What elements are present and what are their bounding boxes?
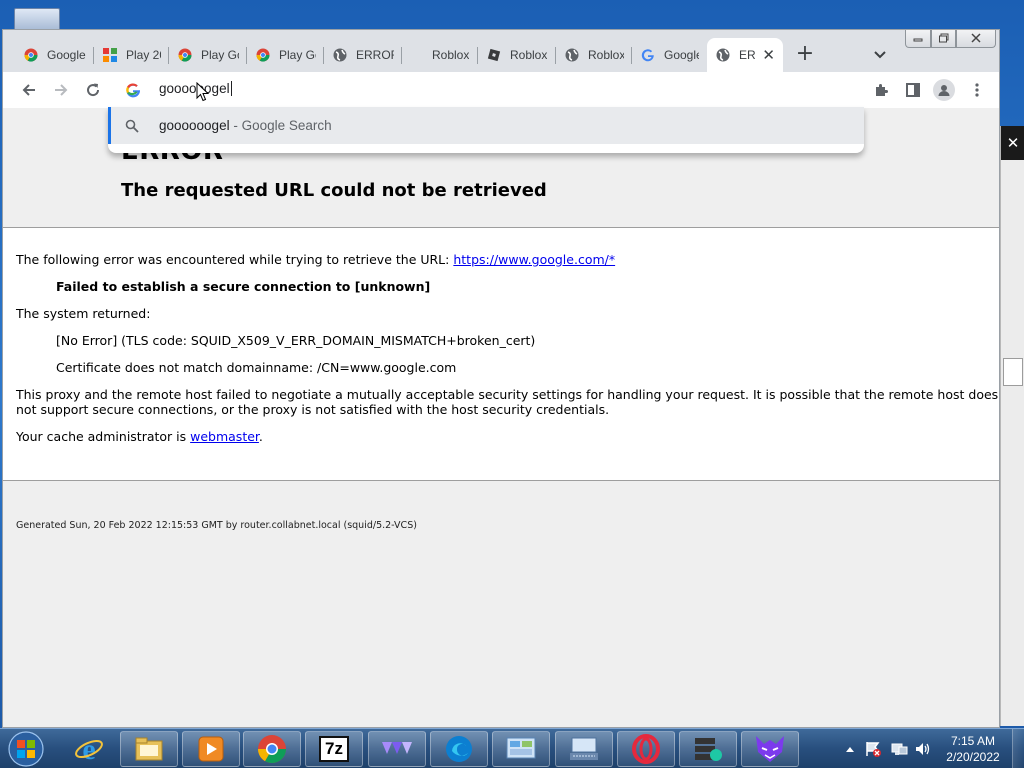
action-center-flag-icon[interactable]: [862, 729, 884, 768]
tray-expand-icon[interactable]: [842, 729, 858, 768]
tab-label: Roblox: [432, 48, 470, 62]
tab-label: ERROR: [356, 48, 394, 62]
opera-icon[interactable]: [617, 731, 675, 767]
tab-label: Play Go: [201, 48, 239, 62]
side-panel-icon[interactable]: [903, 80, 923, 100]
tab-google-2[interactable]: Google: [632, 38, 707, 72]
control-panel-icon[interactable]: [492, 731, 550, 767]
taskbar: e 7z 7:15 AM 2/20/2022: [0, 728, 1024, 768]
tab-google[interactable]: Google: [15, 38, 94, 72]
failed-text: Failed to establish a secure connection …: [56, 279, 431, 294]
tab-label: Roblox: [510, 48, 548, 62]
reload-icon[interactable]: [81, 78, 105, 102]
background-window-close-icon[interactable]: ✕: [1001, 126, 1024, 160]
games-grid-icon: [102, 47, 118, 63]
tab-roblox-2[interactable]: Roblox: [478, 38, 556, 72]
search-suggestion[interactable]: goooooogel - Google Search: [108, 107, 864, 144]
show-desktop-button[interactable]: [1012, 729, 1024, 768]
generated-footer: Generated Sun, 20 Feb 2022 12:15:53 GMT …: [16, 520, 417, 531]
tab-label: ERR: [739, 48, 756, 62]
system-returned-text: The system returned:: [16, 306, 151, 321]
globe-icon: [715, 47, 731, 63]
close-window-button[interactable]: [956, 30, 996, 48]
tab-label: Play Go: [279, 48, 316, 62]
app-triangles-icon[interactable]: [368, 731, 426, 767]
clock[interactable]: 7:15 AM 2/20/2022: [938, 733, 1008, 765]
error-details: The following error was encountered whil…: [3, 228, 999, 480]
start-button[interactable]: [4, 730, 48, 768]
no-error-text: [No Error] (TLS code: SQUID_X509_V_ERR_D…: [56, 333, 536, 348]
network-status-icon[interactable]: [888, 729, 910, 768]
7zip-icon[interactable]: 7z: [305, 731, 363, 767]
chrome-icon: [255, 47, 271, 63]
profile-avatar-icon[interactable]: [933, 79, 955, 101]
roblox-icon: [486, 47, 502, 63]
proxy-text-line1: This proxy and the remote host failed to…: [16, 387, 999, 402]
webmaster-link[interactable]: webmaster: [190, 429, 259, 444]
tab-label: Roblox: [588, 48, 624, 62]
keyboard-app-icon[interactable]: [555, 731, 613, 767]
suggestion-text: goooooogel - Google Search: [159, 118, 332, 133]
encountered-text: The following error was encountered whil…: [16, 252, 616, 267]
clock-time: 7:15 AM: [950, 734, 996, 748]
volume-icon[interactable]: [912, 729, 934, 768]
tab-error-active[interactable]: ERR ✕: [707, 38, 783, 72]
tab-roblox-1[interactable]: Roblox: [402, 38, 478, 72]
menu-kebab-icon[interactable]: [967, 80, 987, 100]
tab-play-20[interactable]: Play 20: [94, 38, 169, 72]
error-url-link[interactable]: https://www.google.com/*: [453, 252, 615, 267]
chevron-down-icon[interactable]: [869, 45, 891, 65]
divider: [3, 480, 999, 481]
restore-button[interactable]: [931, 30, 956, 48]
svg-text:e: e: [82, 734, 95, 764]
internet-explorer-icon[interactable]: e: [60, 731, 118, 767]
tab-label: Google: [47, 48, 86, 62]
address-bar[interactable]: goooooogel: [109, 72, 864, 108]
extensions-puzzle-icon[interactable]: [871, 80, 891, 100]
background-window-scrollbar-thumb[interactable]: [1003, 358, 1023, 386]
browser-toolbar: goooooogel: [3, 72, 999, 108]
mouse-cursor-icon: [196, 81, 210, 107]
tab-strip: Google Play 20 Play Go Play Go: [3, 30, 999, 72]
network-app-icon[interactable]: [679, 731, 737, 767]
globe-icon: [564, 47, 580, 63]
search-icon: [125, 119, 139, 133]
new-tab-button[interactable]: +: [793, 43, 817, 67]
page-content: ERROR The requested URL could not be ret…: [3, 108, 999, 727]
cert-mismatch-text: Certificate does not match domainname: /…: [56, 360, 457, 375]
chrome-icon[interactable]: [243, 731, 301, 767]
address-input-text: goooooogel: [159, 81, 230, 96]
back-icon[interactable]: [17, 78, 41, 102]
forward-icon[interactable]: [49, 78, 73, 102]
tab-play-go-1[interactable]: Play Go: [169, 38, 247, 72]
edge-icon[interactable]: [430, 731, 488, 767]
omnibox-dropdown: goooooogel - Google Search: [108, 107, 864, 153]
minimize-button[interactable]: [905, 30, 931, 48]
google-icon: [125, 82, 141, 98]
tab-label: Play 20: [126, 48, 161, 62]
tab-label: Google: [664, 48, 699, 62]
error-subheading: The requested URL could not be retrieved: [121, 180, 547, 201]
7zip-label: 7z: [319, 736, 349, 762]
google-icon: [640, 47, 656, 63]
background-window[interactable]: ✕: [1000, 126, 1024, 726]
tab-roblox-3[interactable]: Roblox: [556, 38, 632, 72]
chrome-icon: [177, 47, 193, 63]
close-tab-icon[interactable]: ✕: [762, 47, 775, 63]
file-explorer-icon[interactable]: [120, 731, 178, 767]
globe-icon: [332, 47, 348, 63]
media-player-icon[interactable]: [182, 731, 240, 767]
clock-date: 2/20/2022: [946, 750, 1000, 764]
cache-admin-text: Your cache administrator is webmaster.: [16, 429, 263, 444]
tab-error-1[interactable]: ERROR: [324, 38, 402, 72]
proxy-text-line2: not support secure connections, or the p…: [16, 402, 610, 417]
tab-play-go-2[interactable]: Play Go: [247, 38, 324, 72]
cat-app-icon[interactable]: [741, 731, 799, 767]
chrome-icon: [23, 47, 39, 63]
